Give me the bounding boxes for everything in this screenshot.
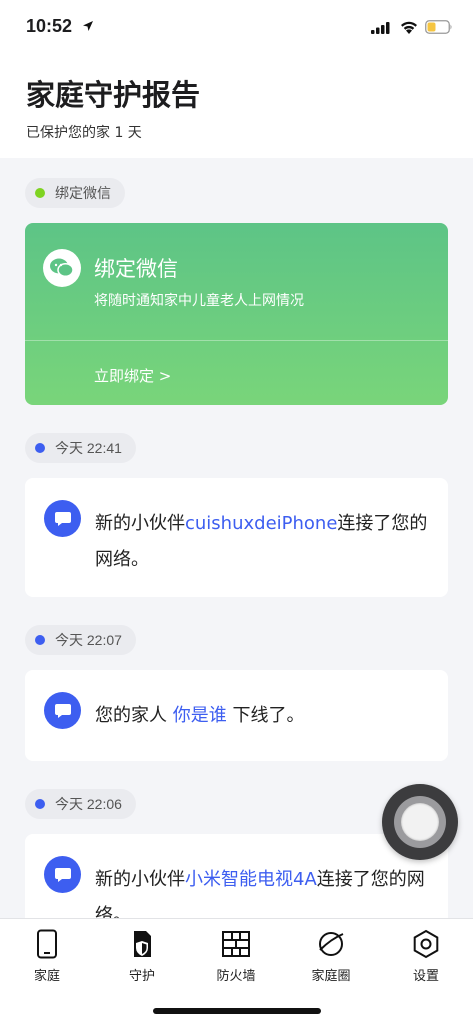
event-card[interactable]: 新的小伙伴cuishuxdeiPhone连接了您的网络。 [25,478,448,597]
page-header: 家庭守护报告 已保护您的家 1 天 [0,54,473,158]
device-name-link[interactable]: cuishuxdeiPhone [185,513,337,534]
event-message: 您的家人 你是谁 下线了。 [95,705,305,726]
tab-family-circle[interactable]: 家庭圈 [291,929,371,984]
cellular-signal-icon [371,22,390,34]
tab-label: 防火墙 [216,969,256,984]
event-time-pill: 今天 22:07 [25,625,136,655]
tab-guard[interactable]: 守护 [102,929,182,984]
event-time: 今天 22:41 [55,440,122,456]
blue-status-dot [35,799,45,809]
event-message: 新的小伙伴小米智能电视4A连接了您的网络。 [95,869,425,918]
event-card[interactable]: 新的小伙伴小米智能电视4A连接了您的网络。 [25,834,448,918]
tab-label: 守护 [128,969,155,984]
message-icon [44,692,81,729]
wifi-icon [401,21,417,34]
planet-icon [319,932,344,956]
tab-home[interactable]: 家庭 [7,929,87,984]
wechat-card-title: 绑定微信 [94,257,178,281]
event-message: 新的小伙伴cuishuxdeiPhone连接了您的网络。 [95,513,428,570]
event-time-pill: 今天 22:41 [25,433,136,463]
tab-label: 家庭圈 [311,969,351,984]
tab-settings[interactable]: 设置 [386,929,466,984]
tab-label: 家庭 [33,969,60,984]
wechat-pill-label: 绑定微信 [55,185,111,201]
hexagon-gear-icon [413,929,439,959]
green-status-dot [35,188,45,198]
message-icon [44,500,81,537]
wechat-status-pill: 绑定微信 [25,178,125,208]
status-time: 10:52 [26,16,73,36]
protection-days-text: 已保护您的家 1 天 [26,125,142,141]
wechat-icon [43,249,81,287]
wechat-card-description: 将随时通知家中儿童老人上网情况 [94,293,304,309]
event-time: 今天 22:07 [55,632,122,648]
status-bar: 10:52 [0,0,473,54]
device-name-link[interactable]: 小米智能电视4A [185,869,317,890]
bind-now-link[interactable]: 立即绑定 > [94,365,171,386]
phone-icon [37,929,57,959]
event-time: 今天 22:06 [55,796,122,812]
blue-status-dot [35,443,45,453]
tab-label: 设置 [412,969,439,984]
divider [25,340,448,341]
blue-status-dot [35,635,45,645]
bind-wechat-card[interactable]: 绑定微信 将随时通知家中儿童老人上网情况 立即绑定 > [25,223,448,405]
event-card[interactable]: 您的家人 你是谁 下线了。 [25,670,448,761]
firewall-icon [222,931,250,957]
message-icon [44,856,81,893]
page-title: 家庭守护报告 [26,78,201,112]
assistive-touch-button[interactable] [382,784,458,860]
event-time-pill: 今天 22:06 [25,789,136,819]
family-member-link[interactable]: 你是谁 [173,705,227,726]
battery-icon [425,20,452,34]
shield-doc-icon [134,931,151,957]
home-indicator [153,1008,321,1014]
location-arrow-icon [83,21,93,31]
tab-firewall[interactable]: 防火墙 [196,929,276,984]
